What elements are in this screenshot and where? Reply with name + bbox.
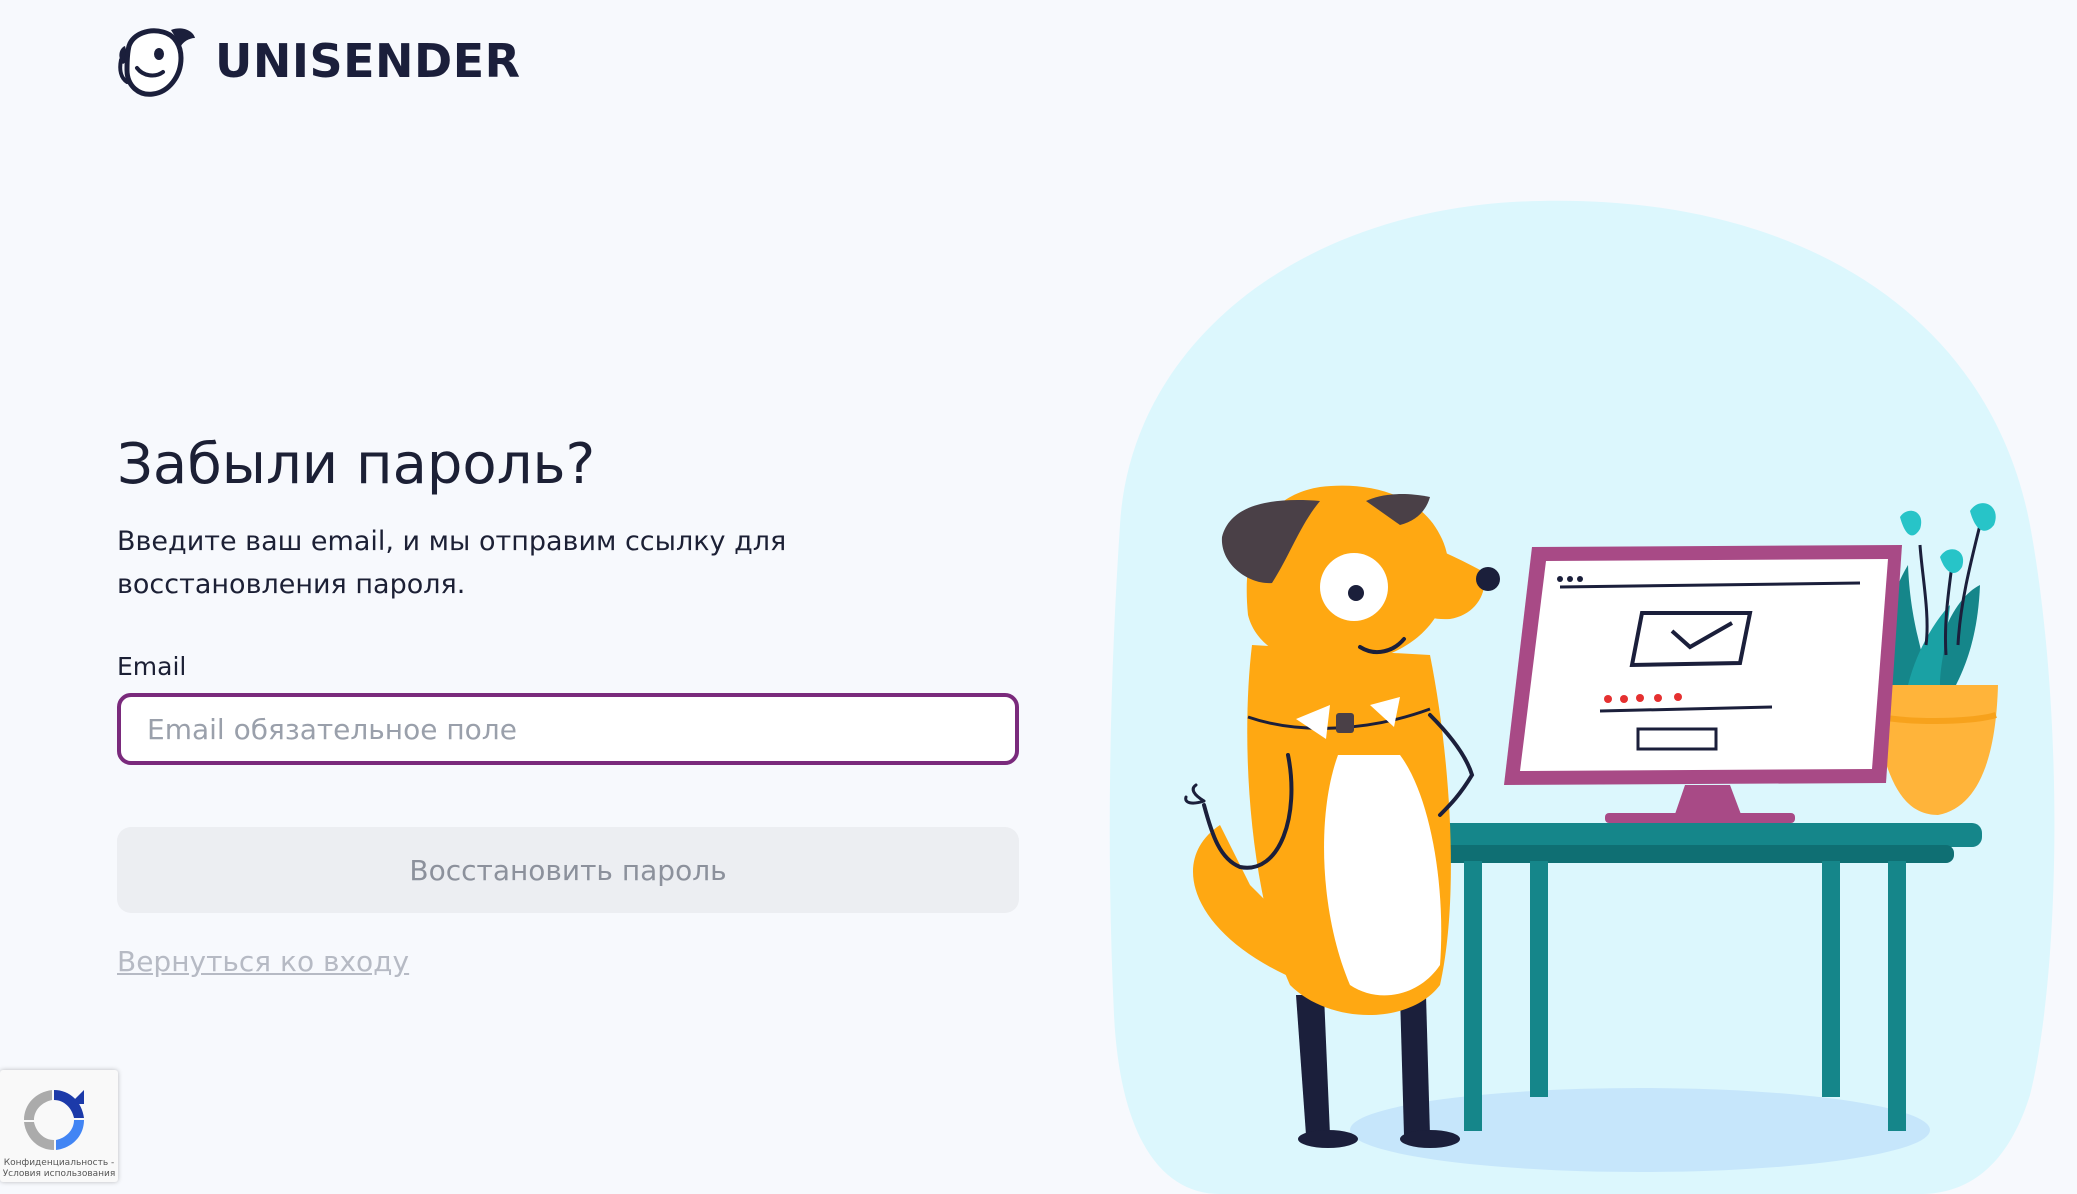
page-title: Забыли пароль? <box>117 432 596 497</box>
floor-shadow <box>1350 1088 1930 1172</box>
recaptcha-links: Конфиденциальность - Условия использован… <box>2 1158 116 1180</box>
page-description: Введите ваш email, и мы отправим ссылку … <box>117 526 787 600</box>
recaptcha-badge[interactable]: Конфиденциальность - Условия использован… <box>0 1070 118 1182</box>
dog-at-computer-illustration <box>1109 200 2055 1194</box>
email-input[interactable] <box>117 693 1019 765</box>
restore-password-button[interactable]: Восстановить пароль <box>117 827 1019 913</box>
brand-name: UNISENDER <box>215 34 521 88</box>
dog-head-logo-icon <box>118 28 195 97</box>
recaptcha-icon <box>24 1090 84 1150</box>
desk-top <box>1392 823 1982 847</box>
desk-leg <box>1464 861 1482 1131</box>
back-to-login-link[interactable]: Вернуться ко входу <box>117 945 409 978</box>
email-label: Email <box>117 652 187 681</box>
brand-logo[interactable]: UNISENDER <box>115 24 521 98</box>
recaptcha-privacy-link[interactable]: Конфиденциальность - <box>2 1158 116 1169</box>
forgot-password-page: UNISENDER Забыли пароль? Введите ваш ema… <box>0 0 2077 1194</box>
forgot-password-form: Забыли пароль? Введите ваш email, и мы о… <box>117 430 1019 978</box>
recaptcha-terms-link[interactable]: Условия использования <box>2 1169 116 1180</box>
